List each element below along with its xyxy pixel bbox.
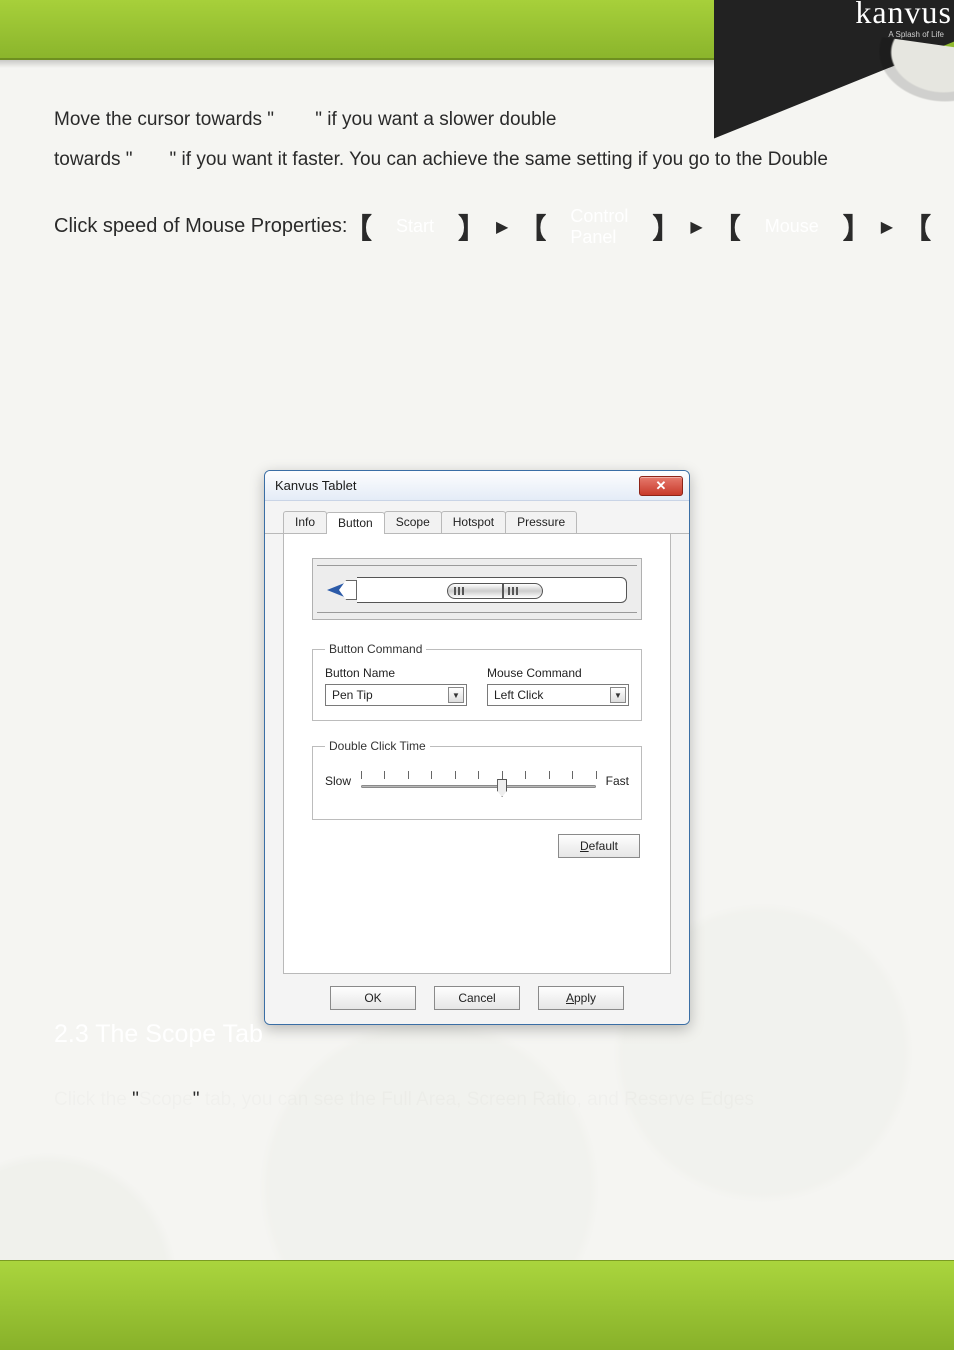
bracket-open-icon: 【 xyxy=(903,207,931,247)
bracket-open-icon: 【 xyxy=(713,207,741,247)
accel: D xyxy=(580,839,589,853)
text: towards " xyxy=(54,149,133,170)
dialog-titlebar[interactable]: Kanvus Tablet ✕ xyxy=(265,471,689,501)
slider-tick xyxy=(384,771,385,779)
default-button[interactable]: Default xyxy=(558,834,640,858)
pen-graphic xyxy=(327,577,627,603)
path-item-start: Start xyxy=(382,216,448,237)
paragraph-double-click-fast: towards "Fast" if you want it faster. Yo… xyxy=(54,140,900,180)
paragraph-double-click-slow: Move the cursor towards "Slow" if you wa… xyxy=(54,100,900,140)
slider-label-slow: Slow xyxy=(325,774,351,788)
text: tab, you can see the Full Area, Screen R… xyxy=(200,1089,755,1110)
slider-tick xyxy=(361,771,362,779)
dialog-tabbar: Info Button Scope Hotspot Pressure xyxy=(265,501,689,534)
double-click-slider[interactable] xyxy=(361,767,596,795)
bracket-close-icon: 】 xyxy=(843,207,871,247)
bracket-close-icon: 】 xyxy=(458,207,486,247)
tab-hotspot[interactable]: Hotspot xyxy=(441,511,506,533)
hidden-lead: Click speed of Mouse Properties: xyxy=(54,215,347,238)
group-double-click-time: Double Click Time Slow xyxy=(312,739,642,820)
bracket-open-icon: 【 xyxy=(518,207,546,247)
pen-side-button-2[interactable] xyxy=(503,583,543,599)
dialog-title: Kanvus Tablet xyxy=(275,478,356,493)
tab-scope[interactable]: Scope xyxy=(384,511,442,533)
slider-tick xyxy=(478,771,479,779)
triangle-right-icon: ▶ xyxy=(881,217,893,237)
text: Click the xyxy=(54,1089,132,1110)
slider-tick xyxy=(572,771,573,779)
combo-value: Left Click xyxy=(494,688,543,702)
combo-value: Pen Tip xyxy=(332,688,373,702)
slider-tick xyxy=(431,771,432,779)
combo-button-name[interactable]: Pen Tip ▼ xyxy=(325,684,467,706)
bracket-close-icon: 】 xyxy=(652,207,680,247)
chevron-down-icon: ▼ xyxy=(610,687,626,703)
brand-logo-text: kanvus xyxy=(855,0,952,31)
accel: A xyxy=(566,991,574,1005)
tab-button[interactable]: Button xyxy=(326,512,385,534)
slider-tick xyxy=(525,771,526,779)
close-icon: ✕ xyxy=(656,478,667,493)
tab-pressure[interactable]: Pressure xyxy=(505,511,577,533)
text: " if you want it faster. You can achieve… xyxy=(170,149,828,170)
hidden-word-fast: Fast xyxy=(133,149,170,170)
slider-tick xyxy=(408,771,409,779)
group-legend: Double Click Time xyxy=(325,739,430,753)
slider-tick xyxy=(549,771,550,779)
slider-tick xyxy=(455,771,456,779)
dialog-wrapper: Kanvus Tablet ✕ Info Button Scope Hotspo… xyxy=(264,470,690,1025)
label-mouse-command: Mouse Command xyxy=(487,666,629,680)
group-button-command: Button Command Button Name Mouse Command… xyxy=(312,642,642,721)
navigation-path: Click speed of Mouse Properties: 【 Start… xyxy=(54,206,900,248)
brand-tagline: A Splash of Life xyxy=(888,30,944,39)
hidden-word-slow: Slow xyxy=(274,109,315,130)
text: " if you want a slower double xyxy=(315,109,556,130)
ok-button[interactable]: OK xyxy=(330,986,416,1010)
dialog-tab-body: Button Command Button Name Mouse Command… xyxy=(283,534,671,974)
pen-body xyxy=(357,577,627,603)
apply-button[interactable]: Apply xyxy=(538,986,624,1010)
pen-diagram xyxy=(312,558,642,620)
btn-label-rest: efault xyxy=(589,839,618,853)
section-heading-hidden: 2.3 The Scope Tab xyxy=(54,1020,263,1049)
text: Scope xyxy=(139,1089,193,1110)
btn-label-rest: pply xyxy=(574,991,596,1005)
slider-track xyxy=(361,785,596,788)
path-item-button: Button xyxy=(941,216,954,237)
chevron-down-icon: ▼ xyxy=(448,687,464,703)
paragraph-scope-hidden: Click the "Scope" tab, you can see the F… xyxy=(54,1080,900,1120)
page-content: Move the cursor towards "Slow" if you wa… xyxy=(54,100,900,1250)
label-button-name: Button Name xyxy=(325,666,467,680)
slider-thumb[interactable] xyxy=(497,779,507,797)
footer-band xyxy=(0,1260,954,1350)
tab-info[interactable]: Info xyxy=(283,511,327,533)
quote-close: " xyxy=(193,1089,200,1110)
slider-label-fast: Fast xyxy=(606,774,629,788)
slider-tick xyxy=(596,771,597,779)
kanvus-tablet-dialog: Kanvus Tablet ✕ Info Button Scope Hotspo… xyxy=(264,470,690,1025)
text: Move the cursor towards " xyxy=(54,109,274,130)
quote-open: " xyxy=(132,1089,139,1110)
group-legend: Button Command xyxy=(325,642,426,656)
path-item-control-panel: Control Panel xyxy=(556,206,642,248)
slider-tick xyxy=(502,771,503,779)
triangle-right-icon: ▶ xyxy=(690,217,702,237)
hidden-tail: -click speed, and move it xyxy=(556,109,765,130)
pen-side-button-1[interactable] xyxy=(447,583,503,599)
combo-mouse-command[interactable]: Left Click ▼ xyxy=(487,684,629,706)
cancel-button[interactable]: Cancel xyxy=(434,986,520,1010)
bracket-open-icon: 【 xyxy=(344,207,372,247)
close-button[interactable]: ✕ xyxy=(639,476,683,496)
dialog-button-row: OK Cancel Apply xyxy=(265,974,689,1024)
triangle-right-icon: ▶ xyxy=(496,217,508,237)
path-item-mouse: Mouse xyxy=(751,216,833,237)
